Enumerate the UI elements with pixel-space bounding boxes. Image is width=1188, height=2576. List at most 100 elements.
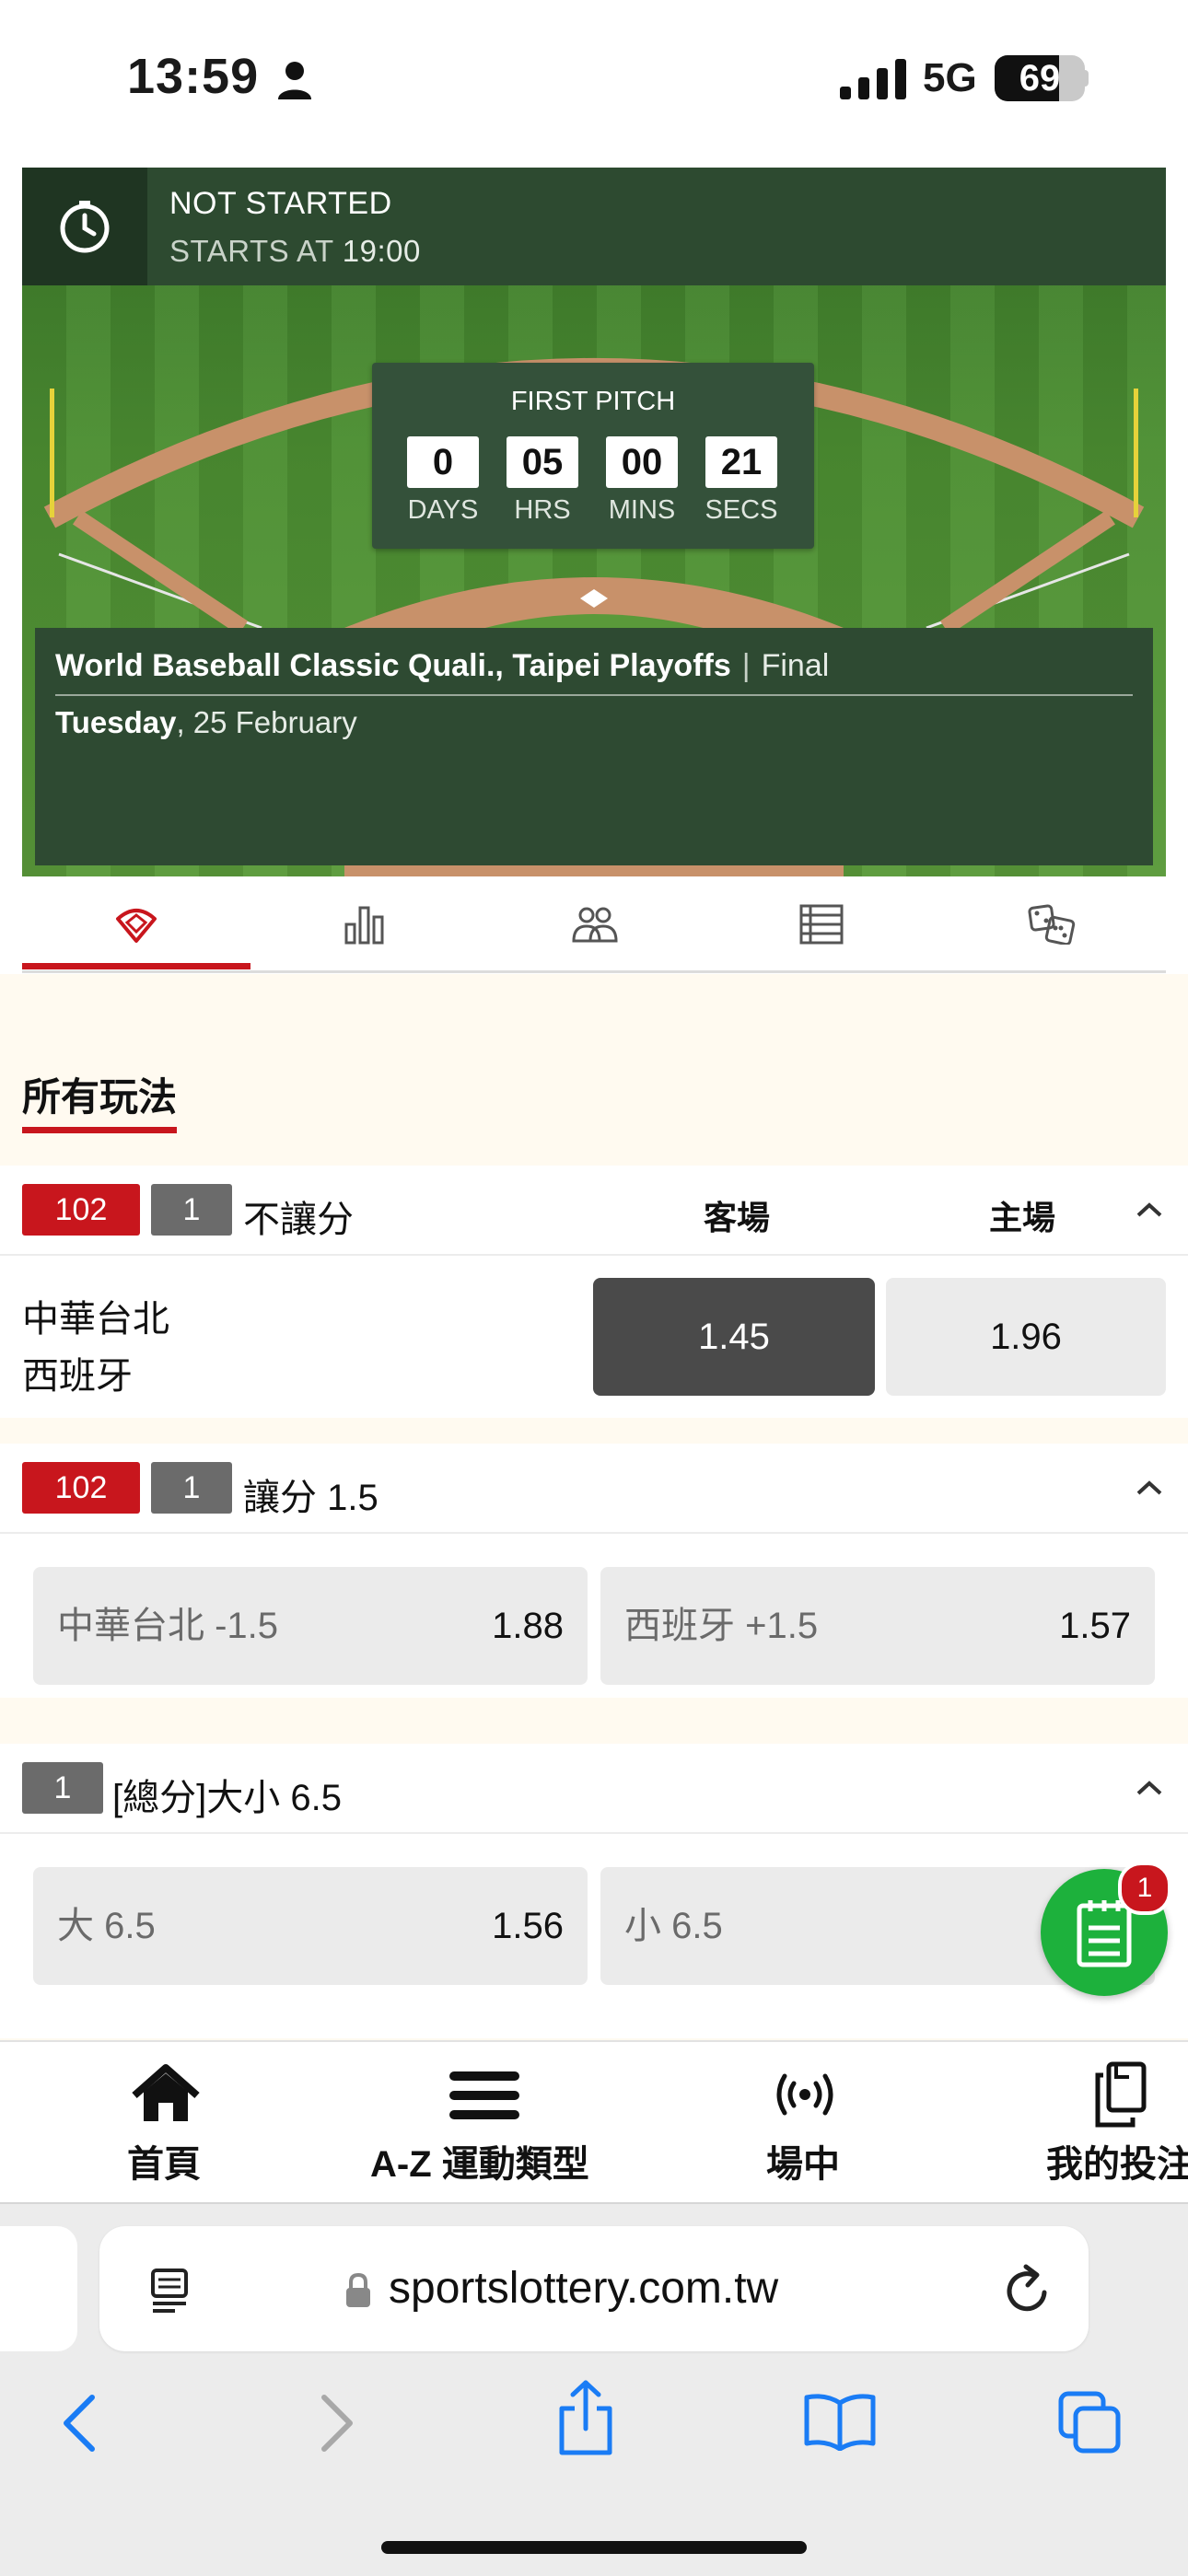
match-status-bar: NOT STARTED STARTS AT 19:00 <box>22 168 1166 285</box>
battery-level: 69 <box>1019 58 1061 99</box>
market-body-total: 大 6.5 1.56 小 6.5 <box>0 1834 1188 2038</box>
countdown-hours-label: HRS <box>514 495 571 525</box>
all-markets-title: 所有玩法 <box>22 1075 178 1119</box>
home-icon <box>132 2064 200 2121</box>
option-odds: 1.88 <box>492 1606 564 1646</box>
team-lineup-icon <box>572 907 618 943</box>
home-column-label: 主場 <box>988 1199 1055 1236</box>
period-badge: 1 <box>151 1184 232 1236</box>
clock-box <box>22 168 147 285</box>
ios-status-bar: 13:59 5G 69 <box>0 0 1188 166</box>
match-tab-bar <box>22 876 1166 973</box>
bookmarks-icon[interactable] <box>803 2392 877 2451</box>
baseball-field-icon <box>116 909 157 943</box>
chevron-up-icon[interactable] <box>1135 1201 1164 1219</box>
nav-label: 場中 <box>766 2144 840 2185</box>
forward-icon[interactable] <box>317 2394 357 2453</box>
cellular-signal-icon <box>840 59 906 99</box>
market-body-moneyline: 中華台北 西班牙 1.45 1.96 <box>0 1256 1188 1418</box>
match-date: Tuesday, 25 February <box>55 705 357 740</box>
nav-label: 我的投注 <box>1046 2144 1188 2185</box>
nav-live[interactable]: 場中 <box>759 2042 851 2204</box>
person-icon <box>278 62 311 99</box>
countdown-days-label: DAYS <box>407 495 479 525</box>
countdown-secs-value: 21 <box>705 436 777 488</box>
countdown-mins-value: 00 <box>606 436 678 488</box>
nav-label: A-Z 運動類型 <box>370 2144 589 2185</box>
section-underline <box>22 1127 177 1133</box>
previous-tab-peek[interactable] <box>0 2226 77 2351</box>
reload-icon[interactable] <box>1002 2263 1054 2316</box>
dice-icon <box>1028 904 1076 945</box>
nav-my-bets[interactable]: 我的投注 <box>1044 2042 1188 2204</box>
bet-slip-count-badge: 1 <box>1118 1862 1171 1915</box>
countdown-days-value: 0 <box>407 436 479 488</box>
nav-sports-az[interactable]: A-Z 運動類型 <box>367 2042 606 2204</box>
menu-icon <box>449 2071 519 2119</box>
market-header-total[interactable]: 1 [總分]大小 6.5 <box>0 1744 1188 1834</box>
live-broadcast-icon <box>776 2073 833 2116</box>
address-bar[interactable]: sportslottery.com.tw <box>99 2226 1089 2351</box>
match-info-panel: World Baseball Classic Quali., Taipei Pl… <box>35 628 1153 865</box>
market-name: [總分]大小 6.5 <box>112 1778 342 1818</box>
lock-icon <box>346 2272 370 2307</box>
chevron-up-icon[interactable] <box>1135 1779 1164 1797</box>
share-icon[interactable] <box>556 2379 615 2456</box>
starts-at-time: 19:00 <box>342 234 421 268</box>
url-text[interactable]: sportslottery.com.tw <box>389 2263 778 2314</box>
odds-value: 1.96 <box>990 1317 1062 1357</box>
option-odds: 1.56 <box>492 1906 564 1946</box>
tabs-icon[interactable] <box>1057 2390 1124 2454</box>
countdown-hours-value: 05 <box>507 436 578 488</box>
tab-statistics[interactable] <box>250 876 479 970</box>
status-time: 13:59 <box>127 49 260 104</box>
odds-button-handicap-b[interactable]: 西班牙 +1.5 1.57 <box>600 1567 1155 1685</box>
reader-page-icon[interactable] <box>147 2267 192 2315</box>
odds-button-home[interactable]: 1.96 <box>886 1278 1166 1396</box>
title-separator: | <box>741 648 751 683</box>
market-header-handicap[interactable]: 102 1 讓分 1.5 <box>0 1444 1188 1534</box>
competition-name: World Baseball Classic Quali., Taipei Pl… <box>55 648 731 683</box>
match-start-time: STARTS AT 19:00 <box>169 234 421 269</box>
nav-label: 首頁 <box>127 2144 201 2185</box>
countdown-mins-label: MINS <box>608 495 676 525</box>
bottom-navigation: 首頁 A-Z 運動類型 場中 我的投注 <box>0 2040 1188 2204</box>
home-indicator <box>381 2541 807 2554</box>
match-date-text: , 25 February <box>176 705 357 739</box>
match-competition: World Baseball Classic Quali., Taipei Pl… <box>55 648 829 684</box>
match-stage: Final <box>761 648 830 683</box>
tab-markets[interactable] <box>22 876 250 970</box>
period-badge: 1 <box>22 1762 103 1814</box>
market-header-moneyline[interactable]: 102 1 不讓分 客場 主場 <box>0 1166 1188 1256</box>
odds-button-over[interactable]: 大 6.5 1.56 <box>33 1867 588 1985</box>
tab-lineups[interactable] <box>479 876 707 970</box>
odds-value: 1.45 <box>698 1317 770 1357</box>
list-icon <box>799 904 844 945</box>
countdown-panel: FIRST PITCH 0 DAYS 05 HRS 00 MINS 21 SEC… <box>372 363 814 549</box>
battery-icon: 69 <box>995 55 1085 101</box>
option-odds: 1.57 <box>1059 1606 1131 1646</box>
market-name: 不讓分 <box>243 1200 354 1240</box>
tab-dice[interactable] <box>936 876 1164 970</box>
stopwatch-icon <box>60 201 110 253</box>
away-column-label: 客場 <box>703 1199 770 1236</box>
match-weekday: Tuesday <box>55 705 177 739</box>
nav-home[interactable]: 首頁 <box>111 2042 221 2204</box>
divider <box>55 694 1133 696</box>
option-label: 大 6.5 <box>57 1906 156 1946</box>
network-type: 5G <box>923 55 977 100</box>
tab-list[interactable] <box>707 876 936 970</box>
chevron-up-icon[interactable] <box>1135 1479 1164 1497</box>
countdown-secs-label: SECS <box>705 495 778 525</box>
odds-button-handicap-a[interactable]: 中華台北 -1.5 1.88 <box>33 1567 588 1685</box>
bar-chart-icon <box>344 906 384 945</box>
game-number-badge: 102 <box>22 1462 140 1514</box>
match-status: NOT STARTED <box>169 186 392 221</box>
starts-at-label: STARTS AT <box>169 234 334 268</box>
browser-toolbar: sportslottery.com.tw <box>0 2202 1188 2576</box>
game-number-badge: 102 <box>22 1184 140 1236</box>
team-home-name: 西班牙 <box>22 1356 133 1397</box>
option-label: 小 6.5 <box>624 1906 723 1946</box>
back-icon[interactable] <box>59 2394 99 2453</box>
odds-button-away[interactable]: 1.45 <box>593 1278 875 1396</box>
